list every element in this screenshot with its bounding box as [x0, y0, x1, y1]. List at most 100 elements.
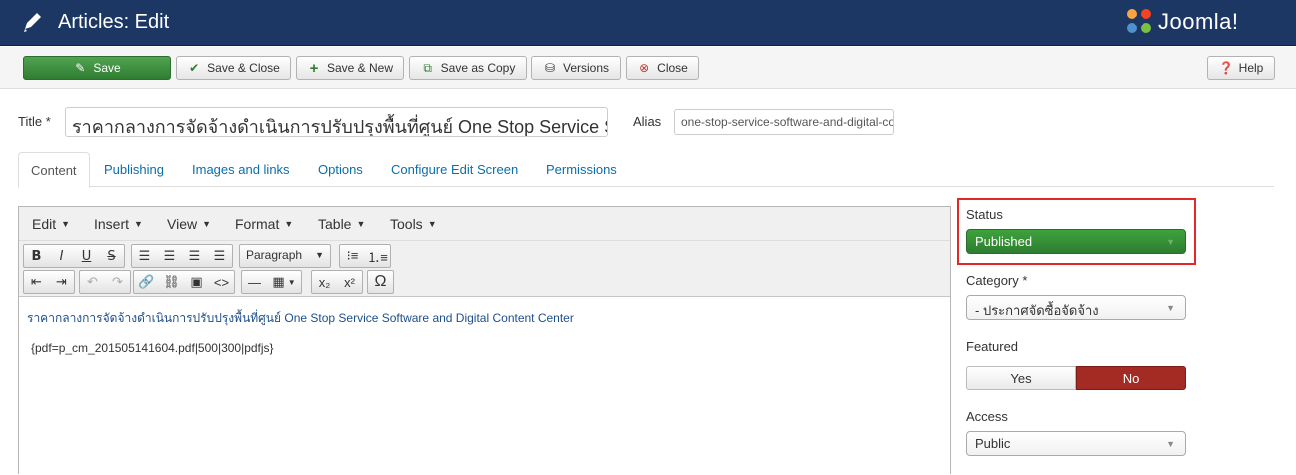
menu-edit[interactable]: Edit ▼ [32, 216, 70, 232]
menu-insert-label: Insert [94, 216, 130, 232]
cancel-icon: ⊗ [639, 61, 650, 75]
help-label: Help [1238, 61, 1264, 75]
superscript-icon[interactable]: x² [337, 271, 362, 293]
numbered-list-icon[interactable]: ⒈≡ [365, 245, 390, 267]
menu-format-label: Format [235, 216, 280, 232]
undo-icon[interactable]: ↶ [80, 271, 105, 293]
page-title: Articles: Edit [58, 11, 170, 33]
joomla-logo-icon [1127, 9, 1151, 33]
toolbar: ✎ Save ✔ Save & Close + Save & New ⧉ Sav… [0, 47, 1296, 89]
indent-icon[interactable]: ⇥ [49, 271, 74, 293]
menu-edit-label: Edit [32, 216, 57, 232]
menu-tools[interactable]: Tools ▼ [390, 216, 437, 232]
script-group: x₂ x² [311, 270, 363, 294]
list-group: ⁝≡ ⒈≡ [339, 244, 391, 268]
save-new-label: Save & New [326, 61, 394, 75]
featured-label: Featured [966, 339, 1019, 354]
bullet-list-icon[interactable]: ⁝≡ [340, 245, 365, 267]
special-char-group: Ω [367, 270, 394, 294]
help-button[interactable]: ❓ Help [1207, 56, 1275, 80]
save-button[interactable]: ✎ Save [23, 56, 171, 80]
category-label: Category * [966, 273, 1028, 288]
rich-text-editor: Edit ▼ Insert ▼ View ▼ Format ▼ Table ▼ Tools… [18, 206, 951, 475]
access-label: Access [966, 409, 1008, 424]
joomla-logo: Joomla! [1124, 6, 1274, 38]
content-link-text: ราคากลางการจัดจ้างดำเนินการปรับปรุงพื้นท… [27, 311, 574, 325]
align-left-icon[interactable]: ☰ [132, 245, 157, 267]
status-select[interactable]: Published ▼ [966, 229, 1186, 254]
pencil-icon [24, 13, 41, 32]
editor-content[interactable]: ราคากลางการจัดจ้างดำเนินการปรับปรุงพื้นท… [19, 297, 950, 475]
versions-button[interactable]: ⛁ Versions [531, 56, 621, 80]
featured-yes-button[interactable]: Yes [966, 366, 1076, 390]
caret-down-icon: ▼ [134, 219, 143, 229]
menu-view[interactable]: View ▼ [167, 216, 211, 232]
caret-down-icon: ▼ [1166, 237, 1175, 247]
menu-format[interactable]: Format ▼ [235, 216, 293, 232]
category-select-value: - ประกาศจัดซื้อจัดจ้าง [975, 303, 1099, 318]
check-icon: ✔ [189, 61, 200, 75]
save-new-button[interactable]: + Save & New [296, 56, 404, 80]
save-close-button[interactable]: ✔ Save & Close [176, 56, 291, 80]
indent-group: ⇤ ⇥ [23, 270, 75, 294]
caret-down-icon: ▼ [1166, 439, 1175, 449]
caret-down-icon: ▼ [1166, 303, 1175, 313]
code-icon[interactable]: <> [209, 271, 234, 293]
tab-permissions[interactable]: Permissions [534, 152, 629, 187]
strikethrough-icon[interactable]: S [99, 245, 124, 267]
link-icon[interactable]: 🔗 [134, 271, 159, 293]
caret-down-icon: ▼ [61, 219, 71, 229]
title-input[interactable]: ราคากลางการจัดจ้างดำเนินการปรับปรุงพื้นท… [65, 107, 608, 137]
close-label: Close [657, 61, 688, 75]
save-label: Save [93, 61, 121, 75]
horizontal-rule-icon[interactable]: — [242, 271, 267, 293]
menu-insert[interactable]: Insert ▼ [94, 216, 143, 232]
category-select[interactable]: - ประกาศจัดซื้อจัดจ้าง ▼ [966, 295, 1186, 320]
outdent-icon[interactable]: ⇤ [24, 271, 49, 293]
caret-down-icon: ▼ [356, 219, 366, 229]
title-label: Title * [18, 114, 51, 129]
underline-icon[interactable]: U [74, 245, 99, 267]
redo-icon[interactable]: ↷ [105, 271, 130, 293]
featured-toggle: Yes No [966, 366, 1186, 390]
edit-icon: ✎ [75, 61, 86, 75]
table-icon[interactable]: ▦ ▼ [267, 271, 301, 293]
tab-configure-edit-screen[interactable]: Configure Edit Screen [379, 152, 530, 187]
unlink-icon[interactable]: ⛓ [159, 271, 184, 293]
close-button[interactable]: ⊗ Close [626, 56, 699, 80]
versions-label: Versions [562, 61, 610, 75]
editor-menubar: Edit ▼ Insert ▼ View ▼ Format ▼ Table ▼ Tools… [19, 207, 950, 241]
italic-icon[interactable]: I [49, 245, 74, 267]
status-select-value: Published [975, 234, 1033, 249]
align-center-icon[interactable]: ☰ [157, 245, 182, 267]
tab-content[interactable]: Content [18, 152, 90, 188]
tab-images-links[interactable]: Images and links [180, 152, 302, 187]
featured-no-button[interactable]: No [1076, 366, 1186, 390]
align-right-icon[interactable]: ☰ [182, 245, 207, 267]
caret-down-icon: ▼ [284, 219, 294, 229]
archive-icon: ⛁ [544, 61, 556, 75]
save-copy-button[interactable]: ⧉ Save as Copy [409, 56, 527, 80]
caret-down-icon: ▼ [315, 250, 324, 260]
tab-options[interactable]: Options [306, 152, 375, 187]
alias-input[interactable]: one-stop-service-software-and-digital-co… [674, 109, 894, 135]
caret-down-icon: ▼ [427, 219, 437, 229]
tab-publishing[interactable]: Publishing [92, 152, 176, 187]
align-justify-icon[interactable]: ☰ [207, 245, 232, 267]
omega-icon[interactable]: Ω [368, 271, 393, 293]
admin-header: Articles: Edit Joomla! [0, 0, 1296, 46]
access-select[interactable]: Public ▼ [966, 431, 1186, 456]
subscript-icon[interactable]: x₂ [312, 271, 337, 293]
save-copy-label: Save as Copy [440, 61, 516, 75]
format-select-value: Paragraph [246, 248, 303, 262]
align-group: ☰ ☰ ☰ ☰ [131, 244, 233, 268]
content-plugin-code: {pdf=p_cm_201505141604.pdf|500|300|pdfjs… [31, 341, 274, 355]
alias-label: Alias [633, 114, 662, 129]
menu-table[interactable]: Table ▼ [318, 216, 365, 232]
status-label: Status [966, 207, 1003, 222]
bold-icon[interactable]: B [24, 245, 49, 267]
joomla-logo-text: Joomla! [1158, 9, 1239, 34]
format-select[interactable]: Paragraph ▼ [239, 244, 331, 268]
image-icon[interactable]: ▣ [184, 271, 209, 293]
menu-tools-label: Tools [390, 216, 423, 232]
